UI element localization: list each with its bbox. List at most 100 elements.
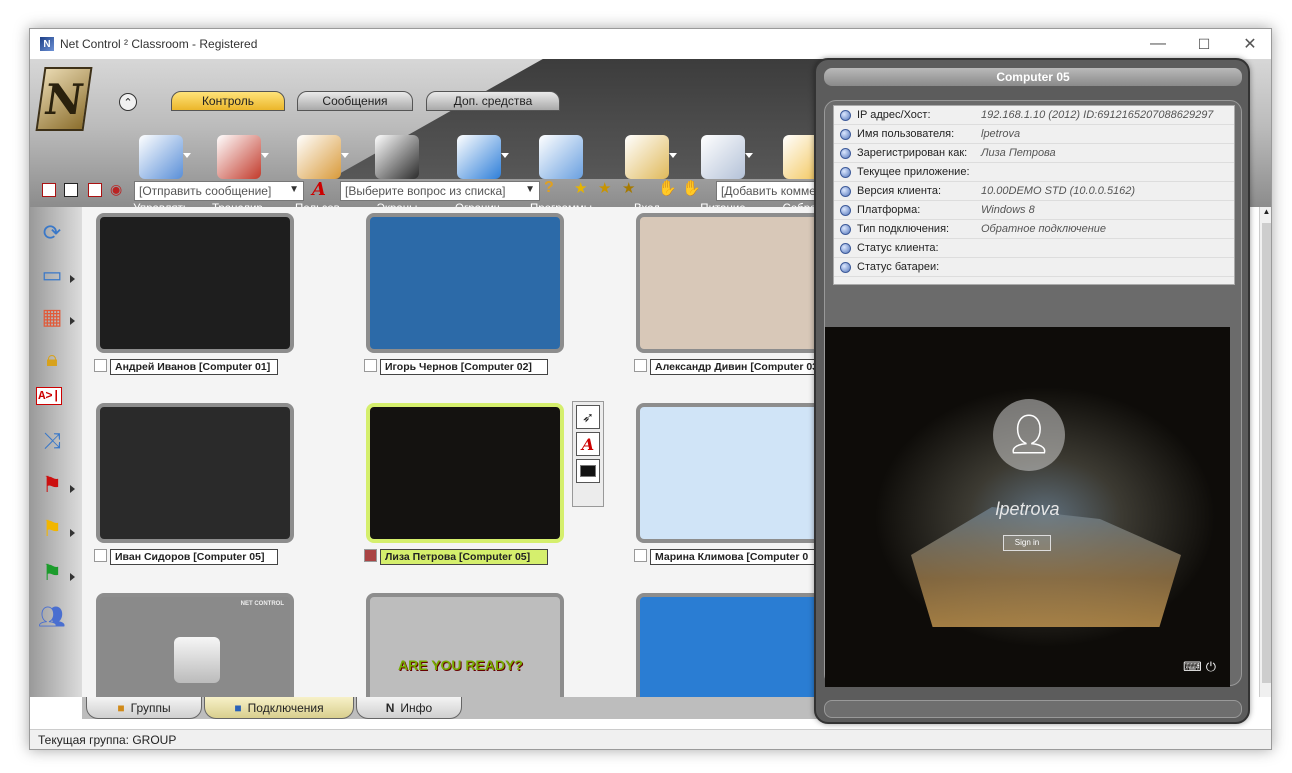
- info-bullet-icon: [840, 261, 851, 273]
- info-row: Зарегистрирован как: Лиза Петрова: [834, 144, 1234, 163]
- chevron-down-icon[interactable]: ▼: [525, 184, 535, 195]
- padlock-icon: [174, 637, 220, 683]
- chevron-right-icon[interactable]: [70, 275, 75, 283]
- computer-thumbnail[interactable]: ARE YOU READY?: [366, 593, 564, 697]
- invert-selection-checkbox[interactable]: [88, 183, 102, 197]
- chevron-down-icon[interactable]: [183, 153, 191, 158]
- tool-power[interactable]: Питание: [683, 135, 763, 215]
- info-bullet-icon: [840, 223, 851, 235]
- computer-select-checkbox[interactable]: [634, 549, 647, 562]
- chevron-right-icon[interactable]: [70, 317, 75, 325]
- lower-hand-icon[interactable]: ✋: [682, 179, 701, 197]
- green-flag-icon[interactable]: ⚑: [36, 557, 68, 589]
- lock-icon[interactable]: 🔒︎: [36, 343, 68, 375]
- current-group-status: Текущая группа: GROUP: [38, 733, 177, 747]
- refresh-icon[interactable]: ⟳: [36, 217, 68, 249]
- computers-grid: Андрей Иванов [Computer 01] Игорь Чернов …: [82, 207, 817, 697]
- tab-messages[interactable]: Сообщения: [297, 91, 413, 111]
- tool-monitor[interactable]: Управлять: [121, 135, 201, 215]
- computer-thumbnail[interactable]: NET CONTROL: [96, 593, 294, 697]
- vertical-scrollbar[interactable]: ▲: [1259, 207, 1271, 697]
- select-none-checkbox[interactable]: [64, 183, 78, 197]
- tool-screens[interactable]: Экраны: [357, 135, 437, 215]
- info-row: IP адрес/Хост: 192.168.1.10 (2012) ID:691…: [834, 106, 1234, 125]
- tool-programs[interactable]: Программы: [521, 135, 601, 215]
- chevron-down-icon[interactable]: [341, 153, 349, 158]
- scroll-up-icon[interactable]: ▲: [1260, 207, 1271, 219]
- chevron-right-icon[interactable]: [70, 529, 75, 537]
- tool-user[interactable]: Пользов.: [279, 135, 359, 215]
- chevron-down-icon[interactable]: ▼: [289, 184, 299, 195]
- info-row: Платформа: Windows 8: [834, 201, 1234, 220]
- tool-internet-explorer[interactable]: Огранич.: [439, 135, 519, 215]
- users-group-icon[interactable]: 👥︎: [36, 601, 68, 633]
- tool-keys[interactable]: Вход: [607, 135, 687, 215]
- info-bullet-icon: [840, 185, 851, 197]
- computer-select-checkbox[interactable]: [94, 359, 107, 372]
- maximize-button[interactable]: ☐: [1181, 29, 1227, 59]
- tool-broadcast[interactable]: Транслир.: [199, 135, 279, 215]
- minimize-button[interactable]: —: [1135, 29, 1181, 59]
- computer-thumbnail[interactable]: [96, 403, 294, 543]
- chevron-right-icon[interactable]: [70, 573, 75, 581]
- info-bullet-icon: [840, 166, 851, 178]
- view-monitor-icon[interactable]: ▭: [36, 259, 68, 291]
- bottom-tabs: ■ Группы ■ Подключения N Инфо: [82, 697, 817, 719]
- star-icon[interactable]: ★: [598, 179, 611, 197]
- screens-icon: [375, 135, 419, 179]
- netcontrol-logo-icon: N: [35, 67, 93, 131]
- select-all-checkbox[interactable]: [42, 183, 56, 197]
- login-tray-icons: ⌨⏻: [1182, 659, 1220, 674]
- computer-thumbnail[interactable]: [96, 213, 294, 353]
- info-row: Тип подключения: Обратное подключение: [834, 220, 1234, 239]
- chevron-right-icon[interactable]: [70, 485, 75, 493]
- user-icon: [297, 135, 341, 179]
- send-message-combo[interactable]: [Отправить сообщение] ▼: [134, 181, 304, 201]
- computer-thumbnail[interactable]: [636, 403, 817, 543]
- tab-connections[interactable]: ■ Подключения: [204, 697, 354, 719]
- computer-thumbnail[interactable]: [636, 213, 817, 353]
- thumbnail-quick-tools: ➶ A: [572, 401, 604, 507]
- tab-control[interactable]: Контроль: [171, 91, 285, 111]
- computer-thumbnail[interactable]: [366, 213, 564, 353]
- are-you-ready-text: ARE YOU READY?: [398, 657, 523, 673]
- computer-thumbnail[interactable]: [636, 593, 817, 697]
- computer-select-checkbox[interactable]: [634, 359, 647, 372]
- scroll-thumb[interactable]: [1262, 223, 1271, 683]
- text-message-icon[interactable]: A: [312, 179, 326, 200]
- close-button[interactable]: ✕: [1227, 29, 1271, 59]
- chevron-down-icon[interactable]: [261, 153, 269, 158]
- computer-select-checkbox[interactable]: [94, 549, 107, 562]
- chevron-down-icon[interactable]: [745, 153, 753, 158]
- chevron-down-icon[interactable]: [669, 153, 677, 158]
- layout-icon[interactable]: ▦: [36, 301, 68, 333]
- star-icon[interactable]: ★: [574, 179, 587, 197]
- comment-input[interactable]: [Добавить коммент: [716, 181, 826, 201]
- question-icon[interactable]: ?: [544, 179, 554, 197]
- tab-info[interactable]: N Инфо: [356, 697, 462, 719]
- computer-thumbnail[interactable]: [366, 403, 564, 543]
- yellow-flag-icon[interactable]: ⚑: [36, 513, 68, 545]
- power-icon: [701, 135, 745, 179]
- broadcast-icon: [217, 135, 261, 179]
- collapse-ribbon-button[interactable]: ⌃: [119, 93, 137, 111]
- screen-tool-icon[interactable]: [576, 459, 600, 483]
- internet-explorer-icon: [457, 135, 501, 179]
- tab-groups[interactable]: ■ Группы: [86, 697, 202, 719]
- globe-filter-icon[interactable]: ◉: [110, 181, 122, 198]
- shuffle-icon[interactable]: ⤨: [36, 425, 68, 457]
- tab-extra-tools[interactable]: Доп. средства: [426, 91, 560, 111]
- screen-preview[interactable]: 👤︎ lpetrova Sign in ⌨⏻: [825, 327, 1230, 687]
- raise-hand-icon[interactable]: ✋: [658, 179, 677, 197]
- red-flag-icon[interactable]: ⚑: [36, 469, 68, 501]
- command-prompt-icon[interactable]: A>|: [36, 387, 62, 405]
- computer-select-checkbox[interactable]: [364, 359, 377, 372]
- computer-select-checkbox[interactable]: [364, 549, 377, 562]
- window-title: Net Control ² Classroom - Registered: [60, 37, 258, 51]
- net-control-watermark: NET CONTROL: [240, 601, 284, 607]
- text-tool-icon[interactable]: A: [576, 432, 600, 456]
- question-combo[interactable]: [Выберите вопрос из списка] ▼: [340, 181, 540, 201]
- star-icon[interactable]: ★: [622, 179, 635, 197]
- pointer-icon[interactable]: ➶: [576, 405, 600, 429]
- chevron-down-icon[interactable]: [501, 153, 509, 158]
